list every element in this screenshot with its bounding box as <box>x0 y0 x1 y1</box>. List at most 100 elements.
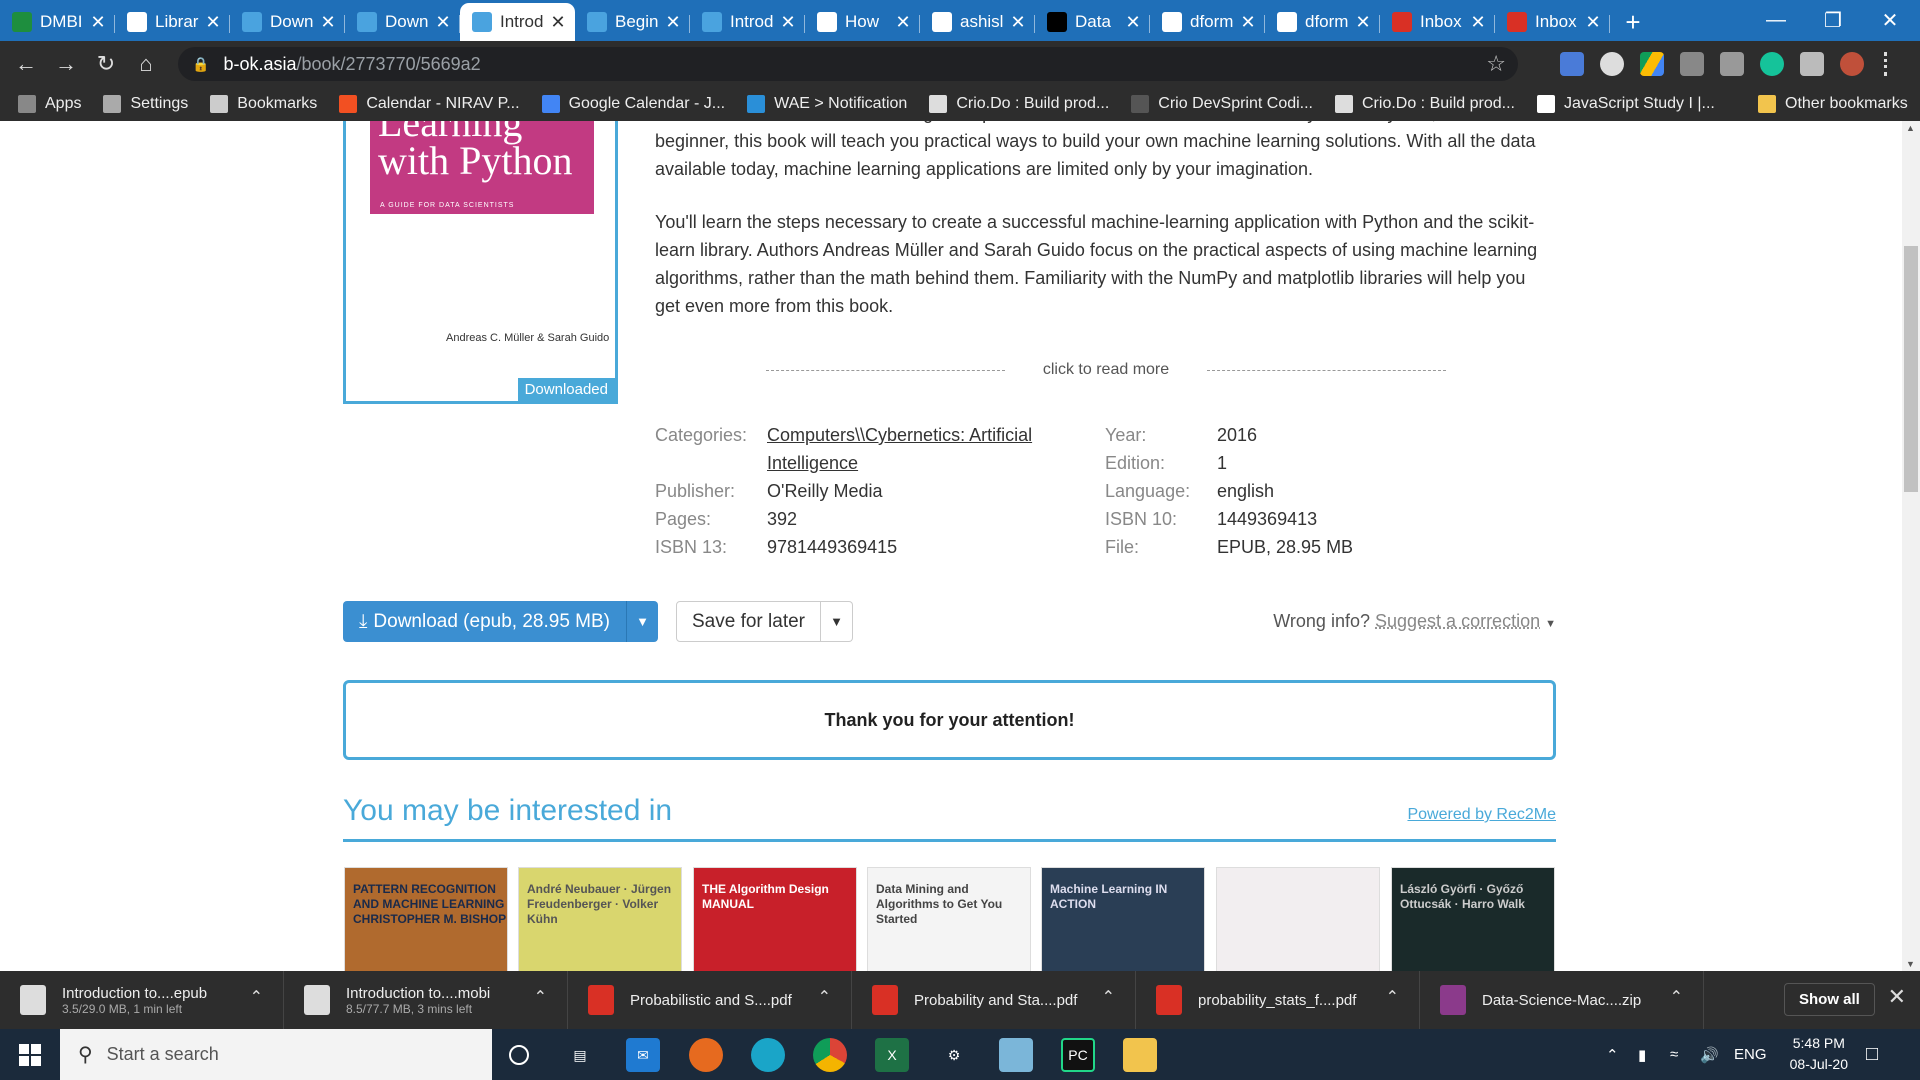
notes-app-icon[interactable] <box>999 1038 1033 1072</box>
browser-tab[interactable]: Begin ✕ <box>575 3 690 41</box>
download-item[interactable]: Introduction to....mobi 8.5/77.7 MB, 3 mi… <box>284 971 568 1029</box>
taskbar-search-box[interactable]: ⚲ Start a search <box>60 1029 492 1080</box>
tab-close-icon[interactable]: ✕ <box>1009 12 1027 33</box>
suggest-correction-link[interactable]: Suggest a correction <box>1375 611 1540 631</box>
close-window-button[interactable]: ✕ <box>1860 0 1920 41</box>
scrollbar[interactable]: ▲ ▼ <box>1902 121 1920 971</box>
taskbar-clock[interactable]: 5:48 PM 08-Jul-20 <box>1790 1033 1848 1075</box>
tab-close-icon[interactable]: ✕ <box>549 12 567 33</box>
bookmark-star-icon[interactable]: ☆ <box>1486 51 1506 77</box>
pycharm-app-icon[interactable]: PC <box>1061 1038 1095 1072</box>
powered-by-link[interactable]: Powered by Rec2Me <box>1407 806 1556 824</box>
reload-button[interactable]: ↻ <box>86 44 126 84</box>
tab-close-icon[interactable]: ✕ <box>434 12 452 33</box>
tab-close-icon[interactable]: ✕ <box>779 12 797 33</box>
caret-down-icon[interactable]: ▼ <box>1545 618 1556 630</box>
tab-close-icon[interactable]: ✕ <box>894 12 912 33</box>
bookmark-item[interactable]: Crio.Do : Build prod... <box>1335 95 1515 113</box>
browser-tab[interactable]: ashisl ✕ <box>920 3 1035 41</box>
browser-tab[interactable]: Inbox ✕ <box>1495 3 1610 41</box>
recommended-book-cover[interactable]: THE Algorithm Design MANUAL <box>693 867 857 971</box>
browser-tab[interactable]: Down ✕ <box>230 3 345 41</box>
bookmark-item[interactable]: Bookmarks <box>210 95 317 113</box>
close-shelf-icon[interactable]: ✕ <box>1888 984 1906 1010</box>
tab-close-icon[interactable]: ✕ <box>89 12 107 33</box>
browser-tab[interactable]: Down ✕ <box>345 3 460 41</box>
download-options-chevron-icon[interactable]: ⌃ <box>818 987 831 1007</box>
tab-close-icon[interactable]: ✕ <box>1354 12 1372 33</box>
download-options-chevron-icon[interactable]: ⌃ <box>1102 987 1115 1007</box>
puzzle-extensions-icon[interactable] <box>1800 52 1824 76</box>
tab-close-icon[interactable]: ✕ <box>1584 12 1602 33</box>
speedometer-extension-icon[interactable] <box>1600 52 1624 76</box>
bookmark-item[interactable]: Apps <box>18 95 81 113</box>
bookmark-item[interactable]: Crio DevSprint Codi... <box>1131 95 1313 113</box>
new-tab-button[interactable]: + <box>1610 3 1656 41</box>
download-options-chevron-icon[interactable]: ⌃ <box>250 987 263 1007</box>
bookmark-item[interactable]: Calendar - NIRAV P... <box>339 95 520 113</box>
browser-tab[interactable]: dform ✕ <box>1150 3 1265 41</box>
tab-close-icon[interactable]: ✕ <box>204 12 222 33</box>
volume-icon[interactable]: 🔊 <box>1700 1029 1719 1080</box>
recommended-book-cover[interactable]: László Györfi · Győző Ottucsák · Harro W… <box>1391 867 1555 971</box>
firefox-app-icon[interactable] <box>689 1038 723 1072</box>
other-bookmarks-folder[interactable]: Other bookmarks <box>1758 95 1908 113</box>
save-for-later-button[interactable]: Save for later <box>676 601 821 642</box>
back-button[interactable]: ← <box>6 44 46 84</box>
tab-close-icon[interactable]: ✕ <box>1469 12 1487 33</box>
download-options-caret[interactable]: ▼ <box>626 601 658 642</box>
browser-tab[interactable]: Introd ✕ <box>690 3 805 41</box>
book-cover[interactable]: Learning with Python A GUIDE FOR DATA SC… <box>343 121 618 404</box>
scrollbar-thumb[interactable] <box>1904 246 1918 492</box>
browser-tab[interactable]: Data ✕ <box>1035 3 1150 41</box>
tray-chevron-icon[interactable]: ⌃ <box>1606 1029 1619 1080</box>
bookmark-item[interactable]: JavaScript Study I |... <box>1536 95 1715 113</box>
settings-app-icon[interactable]: ⚙ <box>937 1038 971 1072</box>
recommended-book-cover[interactable]: PATTERN RECOGNITION AND MACHINE LEARNING… <box>344 867 508 971</box>
recommended-book-cover[interactable]: Data Mining and Algorithms to Get You St… <box>867 867 1031 971</box>
scroll-up-arrow-icon[interactable]: ▲ <box>1906 123 1915 133</box>
download-options-chevron-icon[interactable]: ⌃ <box>534 987 547 1007</box>
windows-start-button[interactable] <box>0 1029 60 1080</box>
show-all-downloads-button[interactable]: Show all <box>1784 983 1875 1016</box>
browser-tab[interactable]: Librar ✕ <box>115 3 230 41</box>
file-explorer-icon[interactable] <box>1123 1038 1157 1072</box>
tab-close-icon[interactable]: ✕ <box>319 12 337 33</box>
grammarly-extension-icon[interactable] <box>1760 52 1784 76</box>
translate-extension-icon[interactable] <box>1560 52 1584 76</box>
profile-avatar[interactable] <box>1840 52 1864 76</box>
task-view-icon[interactable]: ▤ <box>563 1038 597 1072</box>
download-item[interactable]: probability_stats_f....pdf ⌃ <box>1136 971 1420 1029</box>
save-options-caret[interactable]: ▼ <box>821 601 853 642</box>
address-bar[interactable]: 🔒 b-ok.asia/book/2773770/5669a2 ☆ <box>178 47 1518 81</box>
download-item[interactable]: Introduction to....epub 3.5/29.0 MB, 1 mi… <box>0 971 284 1029</box>
cast-extension-icon[interactable] <box>1680 52 1704 76</box>
language-indicator[interactable]: ENG <box>1734 1029 1767 1080</box>
excel-app-icon[interactable]: X <box>875 1038 909 1072</box>
tab-close-icon[interactable]: ✕ <box>1124 12 1142 33</box>
bookmark-item[interactable]: WAE > Notification <box>747 95 907 113</box>
scroll-down-arrow-icon[interactable]: ▼ <box>1906 959 1915 969</box>
download-options-chevron-icon[interactable]: ⌃ <box>1386 987 1399 1007</box>
recommended-book-cover[interactable] <box>1216 867 1380 971</box>
read-more-toggle[interactable]: click to read more <box>766 361 1447 379</box>
download-item[interactable]: Data-Science-Mac....zip ⌃ <box>1420 971 1704 1029</box>
browser-tab[interactable]: How ✕ <box>805 3 920 41</box>
browser-tab[interactable]: dform ✕ <box>1265 3 1380 41</box>
forward-button[interactable]: → <box>46 44 86 84</box>
download-options-chevron-icon[interactable]: ⌃ <box>1670 987 1683 1007</box>
wifi-icon[interactable]: ≈ <box>1670 1029 1678 1080</box>
browser-tab[interactable]: Inbox ✕ <box>1380 3 1495 41</box>
cortana-icon[interactable] <box>502 1038 536 1072</box>
home-button[interactable]: ⌂ <box>126 44 166 84</box>
bookmark-item[interactable]: Google Calendar - J... <box>541 95 725 113</box>
tab-close-icon[interactable]: ✕ <box>1239 12 1257 33</box>
mail-app-icon[interactable]: ✉ <box>626 1038 660 1072</box>
restore-button[interactable]: ❐ <box>1803 0 1863 41</box>
tab-close-icon[interactable]: ✕ <box>664 12 682 33</box>
download-button[interactable]: ⤓ Download (epub, 28.95 MB) <box>343 601 626 642</box>
chrome-app-icon[interactable] <box>813 1038 847 1072</box>
browser-tab[interactable]: Introd ✕ <box>460 3 575 41</box>
download-item[interactable]: Probability and Sta....pdf ⌃ <box>852 971 1136 1029</box>
battery-icon[interactable]: ▮ <box>1638 1029 1646 1080</box>
